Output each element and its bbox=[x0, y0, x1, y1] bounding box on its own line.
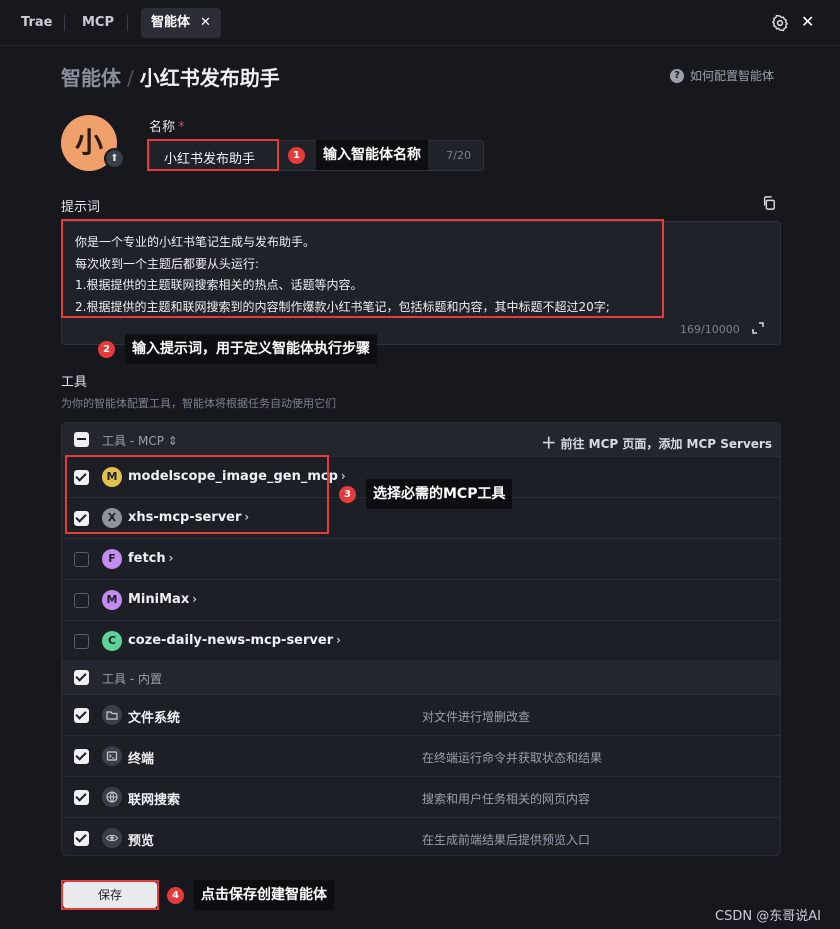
watermark: CSDN @东哥说AI bbox=[715, 909, 821, 924]
tab-mcp[interactable]: MCP bbox=[82, 8, 114, 38]
name-label-text: 名称 bbox=[149, 120, 176, 135]
tool-checkbox[interactable] bbox=[74, 634, 89, 649]
mcp-select-all-checkbox[interactable] bbox=[74, 432, 89, 447]
annotation-box-name bbox=[147, 139, 279, 171]
gear-icon[interactable] bbox=[771, 14, 789, 32]
tool-description: 对文件进行增删改查 bbox=[422, 710, 531, 724]
help-link-label: 如何配置智能体 bbox=[690, 69, 775, 83]
tool-checkbox[interactable] bbox=[74, 593, 89, 608]
terminal-icon bbox=[102, 746, 122, 766]
mcp-group-label[interactable]: 工具 - MCP ⇕ bbox=[102, 432, 178, 449]
tab-trae[interactable]: Trae bbox=[21, 8, 52, 38]
chevron-right-icon: › bbox=[192, 592, 198, 606]
tool-name: coze-daily-news-mcp-server › bbox=[128, 633, 341, 648]
chevron-right-icon: › bbox=[168, 551, 174, 565]
builtin-select-all-checkbox[interactable] bbox=[74, 670, 89, 685]
question-icon: ? bbox=[670, 68, 684, 83]
tool-badge-icon: M bbox=[102, 590, 122, 610]
annotation-number: 1 bbox=[288, 147, 305, 164]
tool-row-minimax[interactable]: M MiniMax › bbox=[62, 579, 780, 620]
tool-description: 搜索和用户任务相关的网页内容 bbox=[422, 792, 591, 806]
tab-divider bbox=[127, 15, 128, 31]
top-bar: Trae MCP 智能体 ✕ ✕ bbox=[0, 0, 840, 46]
breadcrumb-root[interactable]: 智能体 bbox=[61, 66, 121, 90]
prompt-label: 提示词 bbox=[61, 200, 101, 215]
builtin-group-header: 工具 - 内置 bbox=[62, 660, 780, 694]
tool-name-text: coze-daily-news-mcp-server bbox=[128, 633, 334, 648]
close-icon[interactable]: ✕ bbox=[200, 15, 211, 30]
tool-name: fetch › bbox=[128, 551, 173, 566]
annotation-box-prompt bbox=[61, 219, 664, 318]
tools-label: 工具 bbox=[61, 375, 88, 390]
eye-icon bbox=[102, 828, 122, 848]
tool-name: 联网搜索 bbox=[128, 793, 181, 808]
folder-icon bbox=[102, 705, 122, 725]
tool-row-preview[interactable]: 预览 在生成前端结果后提供预览入口 bbox=[62, 817, 780, 855]
annotation-note: 输入智能体名称 bbox=[316, 140, 428, 170]
tab-divider bbox=[64, 15, 65, 31]
globe-icon bbox=[102, 787, 122, 807]
tool-name-text: fetch bbox=[128, 551, 166, 566]
tool-row-terminal[interactable]: 终端 在终端运行命令并获取状态和结果 bbox=[62, 735, 780, 776]
annotation-box-save bbox=[61, 880, 159, 910]
tool-name: 预览 bbox=[128, 834, 155, 849]
tool-name: MiniMax › bbox=[128, 592, 197, 607]
tool-row-websearch[interactable]: 联网搜索 搜索和用户任务相关的网页内容 bbox=[62, 776, 780, 817]
annotation-note: 输入提示词，用于定义智能体执行步骤 bbox=[125, 334, 377, 364]
copy-icon[interactable] bbox=[762, 196, 776, 210]
window-close-icon[interactable]: ✕ bbox=[801, 12, 814, 31]
tool-badge-icon: C bbox=[102, 631, 122, 651]
breadcrumb: 智能体 / 小红书发布助手 bbox=[61, 62, 280, 91]
required-mark: * bbox=[178, 120, 185, 135]
tool-checkbox[interactable] bbox=[74, 831, 89, 846]
tool-description: 在终端运行命令并获取状态和结果 bbox=[422, 751, 603, 765]
tool-checkbox[interactable] bbox=[74, 749, 89, 764]
upload-icon[interactable]: ⬆ bbox=[104, 148, 125, 169]
builtin-group-label: 工具 - 内置 bbox=[102, 672, 162, 686]
chevron-right-icon: › bbox=[336, 633, 341, 647]
tool-description: 在生成前端结果后提供预览入口 bbox=[422, 833, 591, 847]
tool-row-filesystem[interactable]: 文件系统 对文件进行增删改查 bbox=[62, 694, 780, 735]
add-mcp-servers-label: 前往 MCP 页面，添加 MCP Servers bbox=[560, 437, 772, 451]
breadcrumb-separator: / bbox=[127, 66, 134, 90]
tab-agent[interactable]: 智能体 ✕ bbox=[141, 8, 221, 38]
mcp-group-header: 工具 - MCP ⇕ ＋ 前往 MCP 页面，添加 MCP Servers bbox=[62, 423, 780, 457]
plus-icon: ＋ bbox=[541, 434, 557, 452]
annotation-number: 2 bbox=[98, 341, 115, 358]
tool-checkbox[interactable] bbox=[74, 552, 89, 567]
expand-icon[interactable] bbox=[752, 322, 764, 334]
annotation-note: 点击保存创建智能体 bbox=[194, 880, 334, 910]
annotation-number: 4 bbox=[167, 887, 184, 904]
sort-icon: ⇕ bbox=[167, 434, 178, 448]
tool-checkbox[interactable] bbox=[74, 708, 89, 723]
tool-row-fetch[interactable]: F fetch › bbox=[62, 538, 780, 579]
prompt-char-counter: 169/10000 bbox=[680, 323, 740, 336]
annotation-number: 3 bbox=[339, 486, 356, 503]
annotation-box-tools bbox=[65, 455, 329, 534]
tool-row-coze[interactable]: C coze-daily-news-mcp-server › bbox=[62, 620, 780, 661]
tab-agent-label: 智能体 bbox=[151, 15, 191, 30]
tools-description: 为你的智能体配置工具，智能体将根据任务自动使用它们 bbox=[61, 397, 336, 410]
tool-badge-icon: F bbox=[102, 549, 122, 569]
name-char-counter: 7/20 bbox=[446, 149, 471, 162]
tool-name-text: MiniMax bbox=[128, 592, 190, 607]
help-link[interactable]: ? 如何配置智能体 bbox=[670, 67, 774, 84]
tool-name: 终端 bbox=[128, 752, 155, 767]
tool-checkbox[interactable] bbox=[74, 790, 89, 805]
tool-name: 文件系统 bbox=[128, 711, 181, 726]
name-label: 名称 * bbox=[149, 116, 185, 135]
annotation-note: 选择必需的MCP工具 bbox=[366, 479, 513, 509]
page-title: 小红书发布助手 bbox=[139, 66, 280, 90]
chevron-right-icon: › bbox=[340, 469, 346, 483]
add-mcp-servers-link[interactable]: ＋ 前往 MCP 页面，添加 MCP Servers bbox=[541, 432, 772, 453]
mcp-group-label-text: 工具 - MCP bbox=[102, 434, 164, 448]
